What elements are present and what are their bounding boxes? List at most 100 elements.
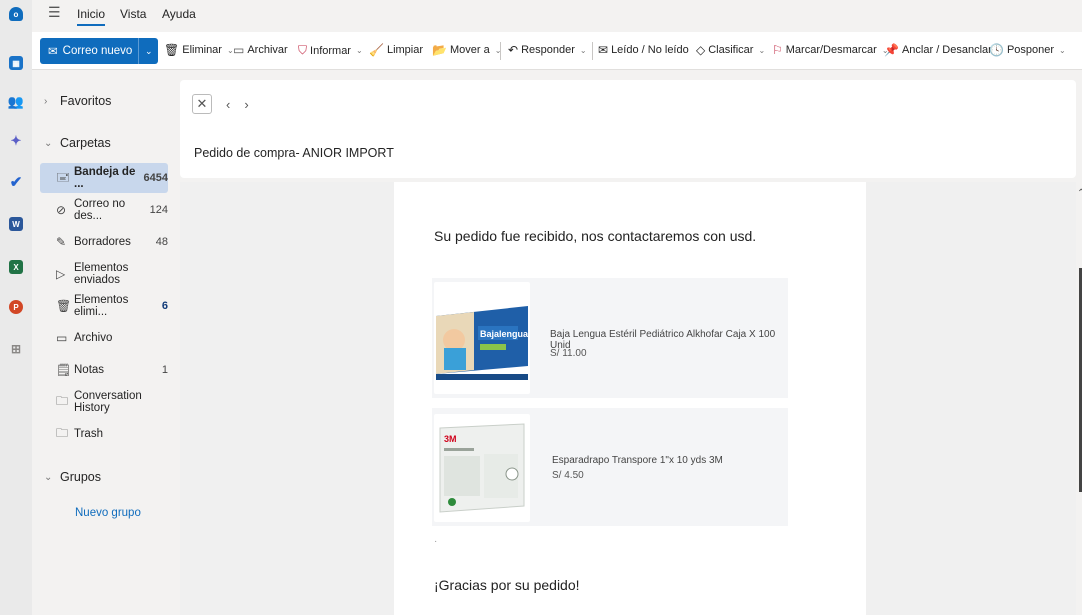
chevron-down-icon[interactable]: ⌄: [580, 46, 587, 55]
chevron-down-icon[interactable]: ⌄: [356, 46, 363, 55]
broom-icon: 🧹: [369, 43, 384, 57]
new-mail-button[interactable]: ✉ Correo nuevo: [40, 38, 139, 64]
send-icon: ▷: [56, 267, 66, 281]
close-icon[interactable]: ✕: [192, 94, 212, 114]
chevron-down-icon[interactable]: ⌄: [1059, 46, 1066, 55]
product-image-label: Bajalengua: [480, 329, 529, 339]
clock-icon: 🕓: [989, 43, 1004, 57]
report-button[interactable]: ⛉ Informar ⌄: [298, 43, 363, 58]
tab-vista[interactable]: Vista: [120, 7, 146, 21]
reply-button[interactable]: ↶ Responder ⌄: [508, 43, 587, 57]
groups-section[interactable]: ⌄ Grupos: [44, 470, 101, 484]
move-label: Mover a: [449, 44, 490, 56]
folder-label: Borradores: [74, 236, 131, 248]
thank-you-text: ¡Gracias por su pedido!: [434, 577, 580, 593]
product-price: S/ 4.50: [552, 470, 584, 481]
folder-label: Conversation History: [74, 390, 142, 414]
product-image: 3M: [434, 414, 530, 522]
app-rail: o ▦ 👥 ✦ ✔ W X P ⊞: [0, 0, 32, 615]
chevron-down-icon: ⌄: [145, 45, 153, 56]
folder-label: Trash: [74, 428, 103, 440]
outlook-icon[interactable]: o: [9, 7, 23, 21]
sweep-button[interactable]: 🧹 Limpiar: [369, 43, 423, 57]
snooze-label: Posponer: [1006, 44, 1055, 56]
scroll-up-icon[interactable]: ⌃: [1077, 188, 1082, 199]
flag-label: Marcar/Desmarcar: [785, 44, 877, 56]
powerpoint-icon[interactable]: P: [9, 300, 23, 314]
chevron-down-icon: ⌄: [44, 471, 53, 483]
note-icon: 🗒: [56, 363, 72, 377]
trash-icon: 🗑: [56, 299, 72, 313]
folder-sent[interactable]: ▷ Elementos enviados: [40, 259, 168, 289]
move-to-button[interactable]: 📂 Mover a ⌄: [432, 43, 501, 57]
unread-count: 124: [149, 204, 168, 216]
tape-box-image: 3M: [434, 414, 530, 522]
chevron-left-icon[interactable]: ‹: [226, 97, 230, 112]
folder-drafts[interactable]: ✎ Borradores 48: [40, 227, 168, 257]
tag-icon: ◇: [696, 43, 706, 57]
message-header: ✕ ‹ › Pedido de compra- ANIOR IMPORT: [180, 80, 1076, 178]
folder-conversation-history[interactable]: 🗀 Conversation History: [40, 387, 168, 417]
pin-button[interactable]: 📌 Anclar / Desanclar: [884, 43, 992, 57]
archive-icon: ▭: [233, 43, 245, 57]
archive-label: Archivar: [247, 44, 288, 56]
folder-pane: › Favoritos ⌄ Carpetas 🖃 Bandeja de ... 6454…: [32, 80, 170, 615]
todo-icon[interactable]: ✔: [9, 174, 23, 191]
envelope-open-icon: ✉: [598, 43, 609, 57]
reply-icon: ↶: [508, 43, 519, 57]
folder-notes[interactable]: 🗒 Notas 1: [40, 355, 168, 385]
tongue-depressor-box-image: Bajalengua: [434, 282, 530, 394]
folder-junk[interactable]: ⊘ Correo no des... 124: [40, 195, 168, 225]
pin-label: Anclar / Desanclar: [901, 44, 992, 56]
junk-icon: ⊘: [56, 203, 67, 217]
product-card: 3M Esparadrapo Transpore 1"x 10 yds 3M S…: [432, 408, 788, 526]
folder-trash[interactable]: 🗀 Trash: [40, 419, 168, 449]
new-mail-split-button: ✉ Correo nuevo ⌄: [40, 38, 159, 64]
archive-button[interactable]: ▭ Archivar: [233, 43, 288, 57]
delete-button[interactable]: 🗑 Eliminar ⌄: [164, 43, 234, 57]
unread-count: 48: [155, 236, 168, 248]
report-label: Informar: [310, 44, 351, 57]
folder-label: Elementos enviados: [74, 262, 129, 286]
ribbon-divider: [592, 42, 593, 60]
folder-archive[interactable]: ▭ Archivo: [40, 323, 168, 353]
flag-button[interactable]: ⚐ Marcar/Desmarcar ⌄: [772, 43, 889, 57]
calendar-icon[interactable]: ▦: [9, 56, 23, 70]
archive-icon: ▭: [56, 331, 68, 345]
word-icon[interactable]: W: [9, 217, 23, 231]
message-body: Su pedido fue recibido, nos contactaremo…: [394, 182, 866, 615]
chevron-right-icon[interactable]: ›: [244, 97, 248, 112]
snooze-button[interactable]: 🕓 Posponer ⌄: [989, 43, 1066, 57]
read-unread-button[interactable]: ✉ Leído / No leído: [598, 43, 689, 57]
teams-icon[interactable]: ✦: [9, 133, 23, 148]
excel-icon[interactable]: X: [9, 260, 23, 274]
flag-icon: ⚐: [772, 43, 783, 57]
folder-inbox[interactable]: 🖃 Bandeja de ... 6454: [40, 163, 168, 193]
order-received-text: Su pedido fue recibido, nos contactaremo…: [434, 228, 757, 244]
reading-pane: ✕ ‹ › Pedido de compra- ANIOR IMPORT Su …: [180, 80, 1076, 615]
hamburger-menu-icon[interactable]: ☰: [48, 4, 61, 21]
trash-icon: 🗑: [164, 43, 180, 57]
favorites-section[interactable]: › Favoritos: [44, 94, 111, 108]
tab-ayuda[interactable]: Ayuda: [162, 7, 196, 21]
folder-deleted[interactable]: 🗑 Elementos elimi... 6: [40, 291, 168, 321]
groups-label: Grupos: [60, 470, 101, 484]
folder-label: Elementos elimi...: [74, 294, 129, 318]
folder-label: Archivo: [74, 332, 113, 344]
delete-label: Eliminar: [182, 44, 222, 56]
folder-move-icon: 📂: [432, 43, 447, 57]
favorites-label: Favoritos: [60, 94, 112, 108]
folders-label: Carpetas: [60, 136, 111, 150]
folder-icon: 🗀: [56, 425, 69, 440]
apps-icon[interactable]: ⊞: [9, 342, 23, 356]
new-mail-label: Correo nuevo: [62, 45, 133, 57]
new-group-link[interactable]: Nuevo grupo: [75, 507, 141, 519]
product-card: Bajalengua Baja Lengua Estéril Pediátric…: [432, 278, 788, 398]
people-icon[interactable]: 👥: [8, 94, 24, 109]
new-mail-dropdown-button[interactable]: ⌄: [138, 38, 159, 64]
folders-section[interactable]: ⌄ Carpetas: [44, 136, 111, 150]
chevron-down-icon[interactable]: ⌄: [758, 46, 765, 55]
chevron-down-icon: ⌄: [44, 137, 53, 149]
tab-inicio[interactable]: Inicio: [77, 7, 106, 26]
categorize-button[interactable]: ◇ Clasificar ⌄: [696, 43, 765, 57]
